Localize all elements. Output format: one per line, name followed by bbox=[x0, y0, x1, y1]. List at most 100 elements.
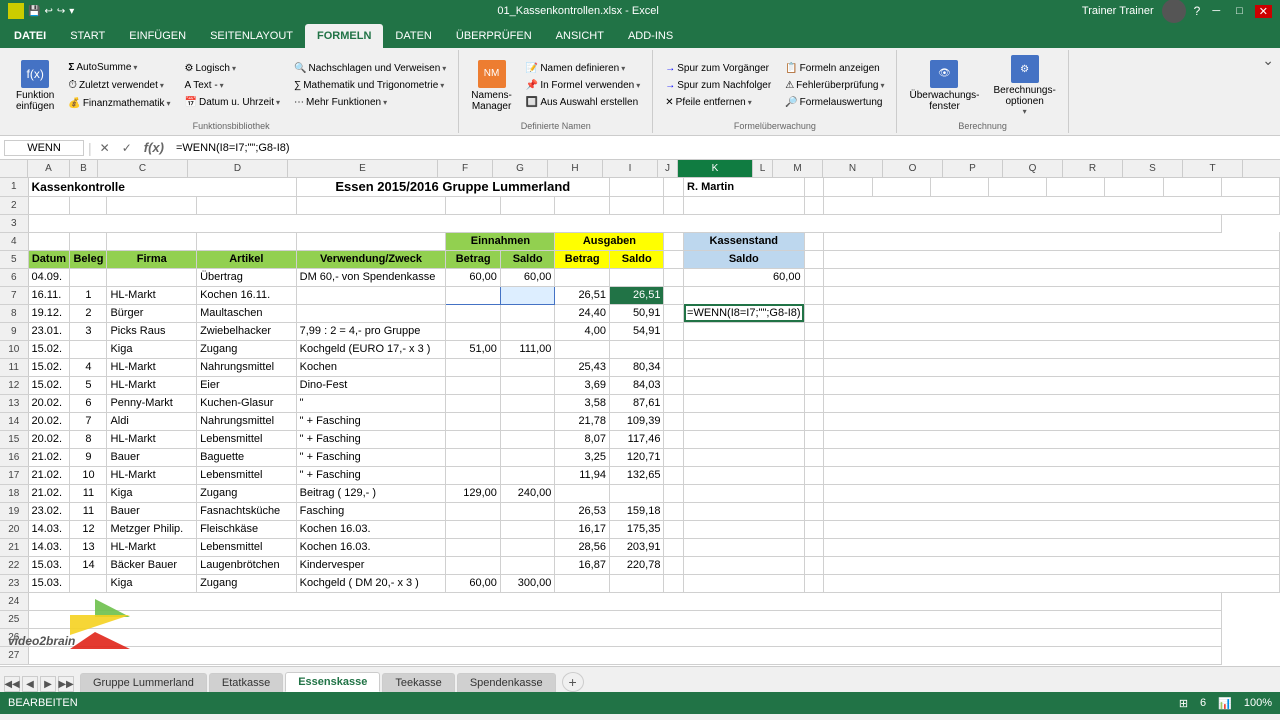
cell-h10[interactable] bbox=[555, 340, 610, 358]
cell-q1[interactable] bbox=[1047, 178, 1105, 196]
btn-text[interactable]: A Text - ▾ bbox=[179, 78, 287, 93]
cell-d19[interactable]: Fasnachtsküche bbox=[197, 502, 297, 520]
col-header-h[interactable]: H bbox=[548, 160, 603, 177]
cell-m4[interactable] bbox=[824, 232, 1280, 250]
cell-k17[interactable] bbox=[684, 466, 805, 484]
cell-l12[interactable] bbox=[804, 376, 824, 394]
insert-function-btn[interactable]: f(x) bbox=[140, 140, 168, 155]
cell-e4[interactable] bbox=[296, 232, 446, 250]
btn-auswertung[interactable]: 🔎 Formelauswertung bbox=[779, 95, 890, 110]
cell-m20[interactable] bbox=[824, 520, 1280, 538]
cell-i18[interactable] bbox=[609, 484, 664, 502]
cell-d11[interactable]: Nahrungsmittel bbox=[197, 358, 297, 376]
cell-c10[interactable]: Kiga bbox=[107, 340, 197, 358]
cell-c18[interactable]: Kiga bbox=[107, 484, 197, 502]
btn-fehler[interactable]: ⚠ Fehlerüberprüfung ▾ bbox=[779, 78, 890, 93]
cell-j19[interactable] bbox=[664, 502, 684, 520]
cell-k10[interactable] bbox=[684, 340, 805, 358]
cell-g23[interactable]: 300,00 bbox=[500, 574, 555, 592]
col-header-g[interactable]: G bbox=[493, 160, 548, 177]
cell-m9[interactable] bbox=[824, 322, 1280, 340]
cell-e2[interactable] bbox=[296, 196, 446, 214]
cell-j12[interactable] bbox=[664, 376, 684, 394]
cell-h23[interactable] bbox=[555, 574, 610, 592]
cell-a8[interactable]: 19.12. bbox=[28, 304, 70, 322]
cell-g11[interactable] bbox=[500, 358, 555, 376]
cell-b16[interactable]: 9 bbox=[70, 448, 107, 466]
cell-c9[interactable]: Picks Raus bbox=[107, 322, 197, 340]
cell-l10[interactable] bbox=[804, 340, 824, 358]
cell-b2[interactable] bbox=[70, 196, 107, 214]
cell-i5[interactable]: Saldo bbox=[609, 250, 664, 268]
cell-d2[interactable] bbox=[197, 196, 297, 214]
cell-l7[interactable] bbox=[804, 286, 824, 304]
cell-b7[interactable]: 1 bbox=[70, 286, 107, 304]
cell-f23[interactable]: 60,00 bbox=[446, 574, 501, 592]
tab-datei[interactable]: DATEI bbox=[2, 24, 58, 48]
cell-l18[interactable] bbox=[804, 484, 824, 502]
cell-i20[interactable]: 175,35 bbox=[609, 520, 664, 538]
name-box[interactable] bbox=[4, 140, 84, 156]
cell-l2[interactable] bbox=[804, 196, 824, 214]
grid-wrapper[interactable]: 1 Kassenkontrolle Essen 2015/2016 Gruppe… bbox=[0, 178, 1280, 666]
cell-c7[interactable]: HL-Markt bbox=[107, 286, 197, 304]
cell-a2[interactable] bbox=[28, 196, 70, 214]
cell-j1[interactable] bbox=[664, 178, 684, 196]
cell-d14[interactable]: Nahrungsmittel bbox=[197, 412, 297, 430]
btn-in-formel[interactable]: 📌 In Formel verwenden ▾ bbox=[520, 78, 646, 93]
cell-k18[interactable] bbox=[684, 484, 805, 502]
cell-e23[interactable]: Kochgeld ( DM 20,- x 3 ) bbox=[296, 574, 446, 592]
cell-k6[interactable]: 60,00 bbox=[684, 268, 805, 286]
cell-g14[interactable] bbox=[500, 412, 555, 430]
cell-j18[interactable] bbox=[664, 484, 684, 502]
cell-d5[interactable]: Artikel bbox=[197, 250, 297, 268]
cell-f11[interactable] bbox=[446, 358, 501, 376]
cell-b11[interactable]: 4 bbox=[70, 358, 107, 376]
cell-i15[interactable]: 117,46 bbox=[609, 430, 664, 448]
cell-p1[interactable] bbox=[988, 178, 1046, 196]
cell-k1[interactable]: R. Martin bbox=[684, 178, 805, 196]
cell-f7[interactable] bbox=[446, 286, 501, 304]
cell-d12[interactable]: Eier bbox=[197, 376, 297, 394]
close-btn[interactable]: ✕ bbox=[1255, 5, 1272, 18]
cell-d23[interactable]: Zugang bbox=[197, 574, 297, 592]
btn-namens-manager[interactable]: NM Namens-Manager bbox=[465, 58, 518, 114]
sheet-nav-next[interactable]: ▶ bbox=[40, 676, 56, 692]
maximize-btn[interactable]: □ bbox=[1232, 5, 1247, 17]
cell-k12[interactable] bbox=[684, 376, 805, 394]
cell-e17[interactable]: " + Fasching bbox=[296, 466, 446, 484]
col-header-q[interactable]: Q bbox=[1003, 160, 1063, 177]
cell-k8[interactable]: =WENN(I8=I7;"";G8-I8) bbox=[684, 304, 805, 322]
cell-d10[interactable]: Zugang bbox=[197, 340, 297, 358]
cell-j6[interactable] bbox=[664, 268, 684, 286]
cell-d7[interactable]: Kochen 16.11. bbox=[197, 286, 297, 304]
cell-g19[interactable] bbox=[500, 502, 555, 520]
cell-d13[interactable]: Kuchen-Glasur bbox=[197, 394, 297, 412]
cancel-formula-btn[interactable]: ✕ bbox=[96, 141, 114, 155]
cell-f18[interactable]: 129,00 bbox=[446, 484, 501, 502]
cell-g16[interactable] bbox=[500, 448, 555, 466]
col-header-o[interactable]: O bbox=[883, 160, 943, 177]
cell-a20[interactable]: 14.03. bbox=[28, 520, 70, 538]
btn-nachschlagen[interactable]: 🔍 Nachschlagen und Verweisen ▾ bbox=[288, 61, 452, 76]
cell-j7[interactable] bbox=[664, 286, 684, 304]
cell-b8[interactable]: 2 bbox=[70, 304, 107, 322]
cell-a5[interactable]: Datum bbox=[28, 250, 70, 268]
text-arrow[interactable]: ▾ bbox=[220, 81, 224, 90]
cell-e10[interactable]: Kochgeld (EURO 17,- x 3 ) bbox=[296, 340, 446, 358]
col-header-t[interactable]: T bbox=[1183, 160, 1243, 177]
cell-c22[interactable]: Bäcker Bauer bbox=[107, 556, 197, 574]
ribbon-expand[interactable]: ⌄ bbox=[1260, 50, 1276, 133]
cell-k16[interactable] bbox=[684, 448, 805, 466]
cell-g12[interactable] bbox=[500, 376, 555, 394]
cell-c8[interactable]: Bürger bbox=[107, 304, 197, 322]
cell-j17[interactable] bbox=[664, 466, 684, 484]
quick-access-save[interactable]: 💾 bbox=[28, 6, 40, 17]
cell-f14[interactable] bbox=[446, 412, 501, 430]
cell-j2[interactable] bbox=[664, 196, 684, 214]
cell-k23[interactable] bbox=[684, 574, 805, 592]
cell-j15[interactable] bbox=[664, 430, 684, 448]
btn-spur-nachfolger[interactable]: → Spur zum Nachfolger bbox=[659, 78, 777, 93]
mathe-arrow[interactable]: ▾ bbox=[440, 81, 444, 90]
col-header-e[interactable]: E bbox=[288, 160, 438, 177]
